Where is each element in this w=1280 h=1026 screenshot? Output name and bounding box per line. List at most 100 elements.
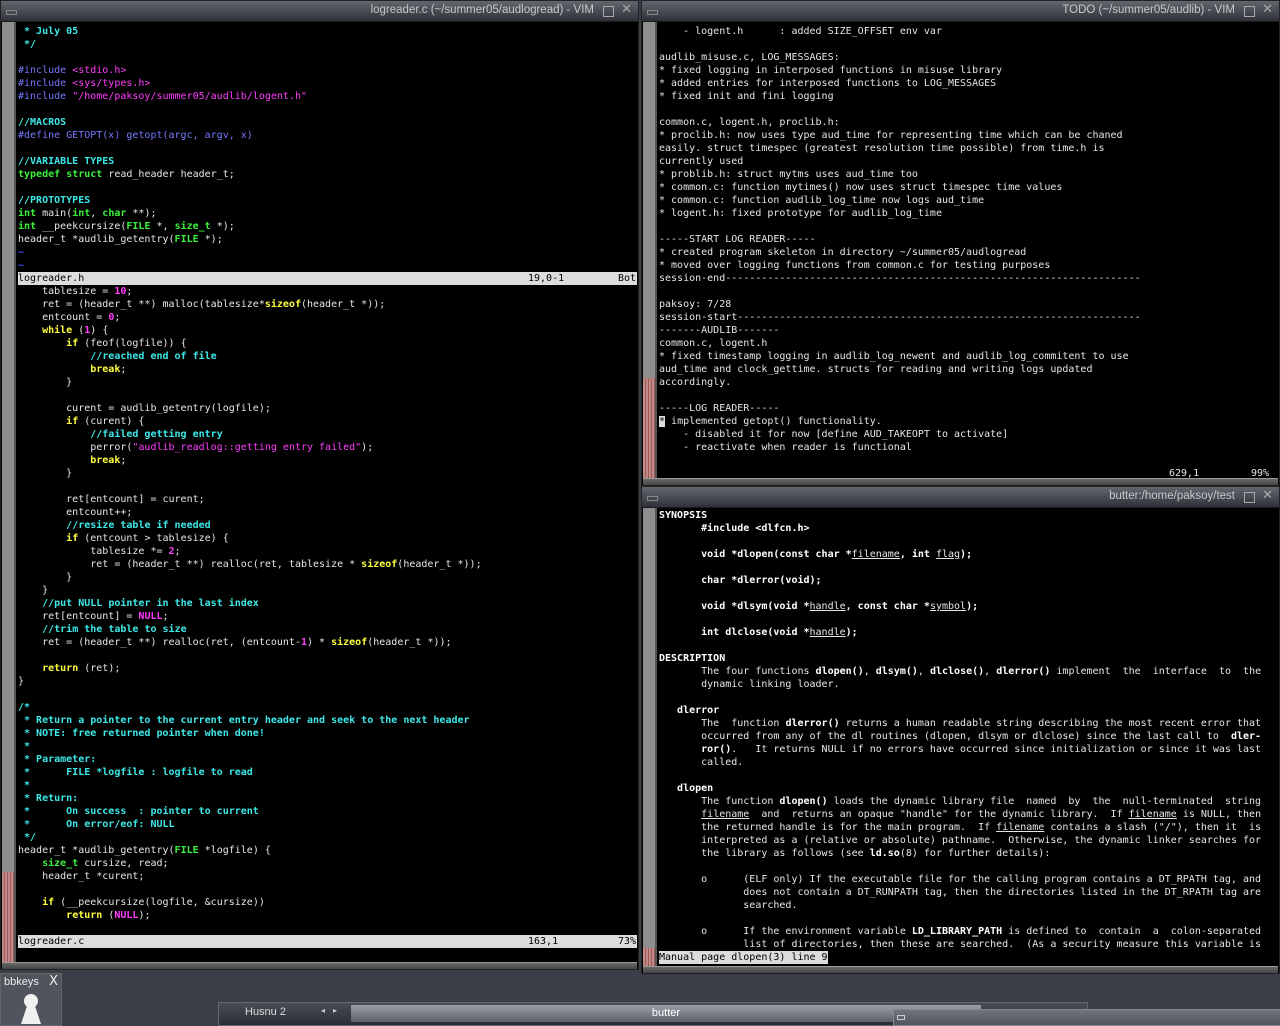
maximize-icon[interactable] [603, 6, 614, 17]
text-segment: while [42, 325, 73, 336]
tray-icon[interactable] [897, 1015, 905, 1020]
text-line: - logent.h : added SIZE_OFFSET env var [659, 25, 1278, 38]
text-line: #include "/home/paksoy/summer05/audlib/l… [18, 90, 637, 103]
text-segment: dlopen [659, 783, 714, 794]
text-segment: NULL [138, 611, 163, 622]
man-page-text[interactable]: SYNOPSIS #include <dlfcn.h> void *dlopen… [659, 509, 1278, 964]
text-segment [18, 663, 42, 674]
text-segment: //trim the table to size [42, 624, 187, 635]
text-line: header_t *audlib_getentry(FILE *); [18, 233, 637, 246]
maximize-icon[interactable] [1244, 492, 1255, 503]
text-segment: * NOTE: free returned pointer when done! [18, 728, 265, 739]
horizontal-scrollbar[interactable] [643, 478, 1278, 485]
text-line: //MACROS [18, 116, 637, 129]
text-line: called. [659, 756, 1278, 769]
text-segment: dlclose() [929, 666, 985, 677]
taskbar-task-butter[interactable]: butter [351, 1005, 981, 1022]
workspace-name[interactable]: Husnu 2 [245, 1006, 286, 1018]
text-segment: handle [809, 601, 846, 612]
close-icon[interactable]: ✕ [1262, 488, 1273, 503]
text-segment: break [90, 364, 121, 375]
text-line: * added entries for interposed functions… [659, 77, 1278, 90]
maximize-icon[interactable] [1244, 6, 1255, 17]
close-icon[interactable]: ✕ [621, 2, 632, 17]
text-segment: ret = (header_t **) realloc(ret, (entcou… [18, 637, 301, 648]
text-segment: entcount++; [18, 507, 133, 518]
scrollbar-thumb[interactable] [643, 378, 655, 479]
horizontal-scrollbar[interactable] [2, 962, 637, 969]
text-segment: symbol [929, 601, 967, 612]
text-line: does not contain a DT_RUNPATH tag, then … [659, 886, 1278, 899]
window-titlebar[interactable]: logreader.c (~/summer05/audlogread) - VI… [1, 1, 638, 22]
text-segment: if [66, 338, 79, 349]
text-line: common.c, logent.h [659, 337, 1278, 350]
text-line: ~ [18, 246, 637, 259]
text-segment: * July 05 [18, 26, 79, 37]
text-line: } [18, 571, 637, 584]
bbkeys-label: bbkeys [4, 976, 39, 988]
close-icon[interactable]: ✕ [1262, 2, 1273, 17]
text-line: aud_time and clock_gettime. structs for … [659, 363, 1278, 376]
text-segment: ~ [18, 260, 25, 271]
text-segment: (entcount > tablesize) { [78, 533, 229, 544]
window-titlebar[interactable]: butter:/home/paksoy/test ✕ [642, 487, 1279, 508]
editor-text[interactable]: - logent.h : added SIZE_OFFSET env var au… [659, 25, 1278, 480]
text-segment: flag [935, 549, 961, 560]
text-line [18, 389, 637, 402]
text-segment: struct [66, 169, 103, 180]
text-line: * FILE *logfile : logfile to read [18, 766, 637, 779]
text-segment: void *dlsym(void * [659, 601, 810, 612]
window-menu-icon[interactable] [6, 10, 17, 15]
text-line: ret = (header_t **) realloc(ret, (entcou… [18, 636, 637, 649]
vertical-scrollbar[interactable] [643, 508, 657, 966]
scrollbar-thumb[interactable] [643, 948, 655, 966]
text-line: the returned handle is for the main prog… [659, 821, 1278, 834]
text-segment: #define GETOPT(x) getopt(argc, argv, x) [18, 130, 253, 141]
vim-window-logreader[interactable]: logreader.c (~/summer05/audlogread) - VI… [0, 0, 639, 970]
text-segment: , [863, 666, 876, 677]
text-segment: (header_t *)); [367, 637, 452, 648]
text-segment: o If the environment variable [659, 926, 912, 937]
text-segment: ror() [659, 744, 732, 755]
horizontal-scrollbar[interactable] [643, 966, 1278, 973]
text-segment: ( [102, 910, 115, 921]
window-title: butter:/home/paksoy/test [1109, 490, 1235, 502]
close-icon[interactable]: X [49, 974, 58, 989]
window-menu-icon[interactable] [647, 10, 658, 15]
text-segment: read_header header_t; [102, 169, 235, 180]
window-menu-icon[interactable] [647, 496, 658, 501]
text-segment: return [66, 910, 103, 921]
vim-window-todo[interactable]: TODO (~/summer05/audlib) - VIM ✕ - logen… [641, 0, 1280, 486]
text-segment: <stdio.h> [72, 65, 127, 76]
text-line: * fixed init and fini logging [659, 90, 1278, 103]
text-line [18, 480, 637, 493]
prev-workspace-icon[interactable]: ◂ [321, 1006, 325, 1015]
text-line [659, 769, 1278, 782]
text-line: if (feof(logfile)) { [18, 337, 637, 350]
next-workspace-icon[interactable]: ▸ [333, 1006, 337, 1015]
user-avatar-icon [21, 994, 41, 1024]
bbkeys-widget[interactable]: bbkeys X [0, 973, 62, 1026]
text-segment: //resize table if needed [66, 520, 211, 531]
text-segment: size_t [174, 221, 211, 232]
man-status-line: Manual page dlopen(3) line 9 [659, 951, 1278, 964]
terminal-window-man[interactable]: butter:/home/paksoy/test ✕ SYNOPSIS #inc… [641, 486, 1280, 974]
text-segment: #include <dlfcn.h> [659, 523, 810, 534]
window-titlebar[interactable]: TODO (~/summer05/audlib) - VIM ✕ [642, 1, 1279, 22]
text-segment: NULL [114, 910, 139, 921]
text-segment: dynamic linking loader. [659, 679, 840, 690]
vertical-scrollbar[interactable] [643, 22, 657, 479]
scrollbar-thumb[interactable] [2, 872, 14, 962]
vertical-scrollbar[interactable] [2, 22, 16, 962]
text-line: } [18, 675, 637, 688]
text-segment: cursize, read; [78, 858, 169, 869]
text-segment: easily. struct timespec (greatest resolu… [659, 143, 1105, 154]
text-segment: ~ [18, 247, 25, 258]
editor-text[interactable]: * July 05 */#include <stdio.h> #include <… [18, 25, 637, 948]
window-title: TODO (~/summer05/audlib) - VIM [1062, 4, 1235, 16]
text-segment: int [18, 208, 37, 219]
text-line: * moved over logging functions from comm… [659, 259, 1278, 272]
text-line: * fixed timestamp logging in audlib_log_… [659, 350, 1278, 363]
text-segment: , [917, 666, 930, 677]
text-segment: the library as follows (see [659, 848, 870, 859]
